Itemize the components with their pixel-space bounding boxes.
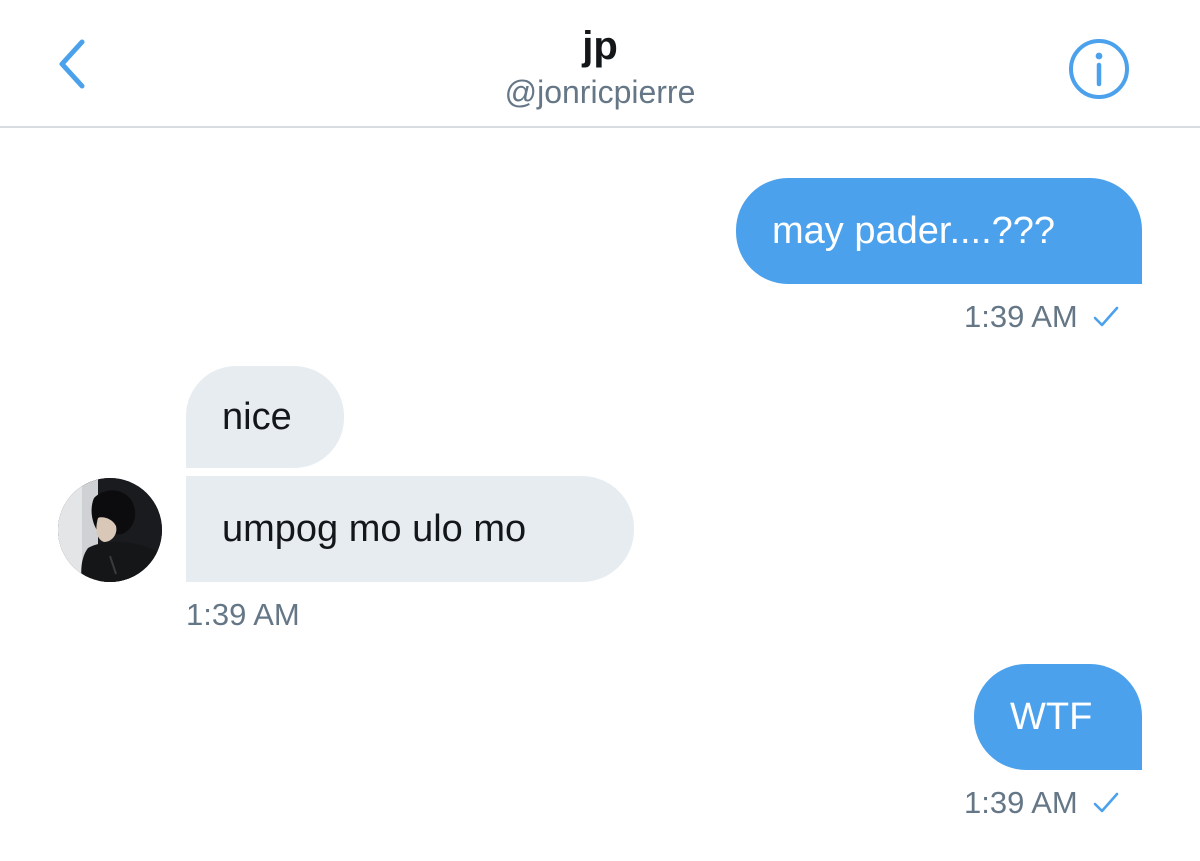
checkmark-icon <box>1092 790 1120 816</box>
contact-name: jp <box>582 24 618 68</box>
info-button[interactable] <box>1068 38 1130 100</box>
back-button[interactable] <box>44 32 100 96</box>
message-text: umpog mo ulo mo <box>222 508 527 550</box>
message-bubble-sent[interactable]: WTF <box>974 664 1142 770</box>
message-timestamp: 1:39 AM <box>964 298 1120 336</box>
message-bubble-sent[interactable]: may pader....??? <box>736 178 1142 284</box>
avatar[interactable] <box>58 478 162 582</box>
chevron-left-icon <box>59 39 85 89</box>
checkmark-icon <box>1092 304 1120 330</box>
info-icon <box>1069 39 1129 99</box>
timestamp-text: 1:39 AM <box>186 597 300 632</box>
message-text: WTF <box>1010 696 1093 738</box>
dm-conversation-screen: jp @jonricpierre may pader....??? 1:39 A… <box>0 0 1200 861</box>
avatar-photo <box>58 478 162 582</box>
message-bubble-received[interactable]: umpog mo ulo mo <box>186 476 634 582</box>
message-timestamp: 1:39 AM <box>964 784 1120 822</box>
message-text: may pader....??? <box>772 210 1056 252</box>
message-text: nice <box>222 396 292 438</box>
timestamp-text: 1:39 AM <box>964 299 1078 334</box>
conversation-header: jp @jonricpierre <box>0 0 1200 128</box>
message-timestamp: 1:39 AM <box>186 596 300 634</box>
contact-handle: @jonricpierre <box>504 74 696 110</box>
conversation-title-area[interactable]: jp @jonricpierre <box>300 22 900 112</box>
timestamp-text: 1:39 AM <box>964 785 1078 820</box>
message-bubble-received[interactable]: nice <box>186 366 344 468</box>
